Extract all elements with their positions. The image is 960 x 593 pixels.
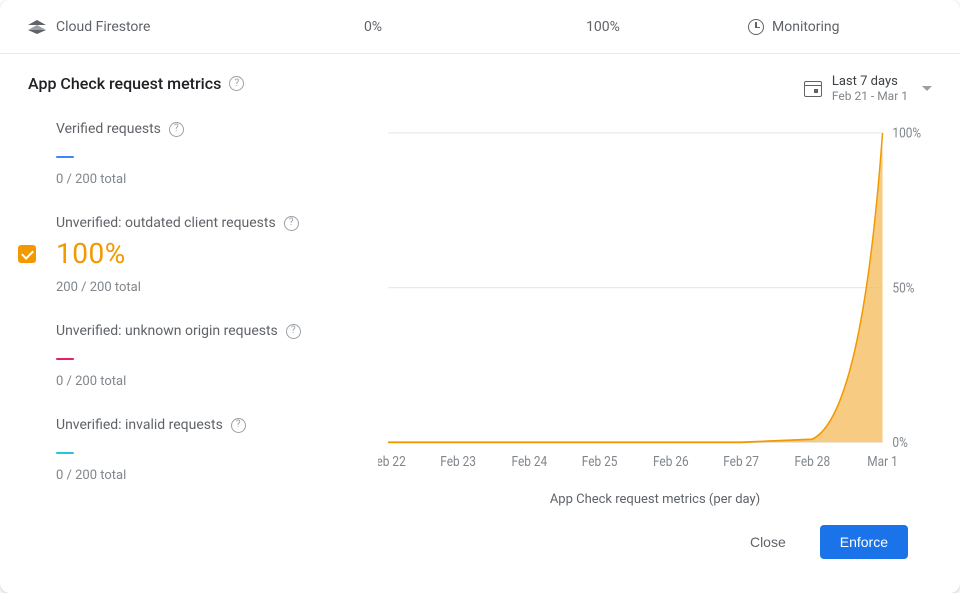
title-row: App Check request metrics ?	[28, 74, 244, 93]
verified-pct-cell: 0%	[258, 19, 488, 35]
metric-subtext: 200 / 200 total	[56, 280, 368, 295]
main-content: App Check request metrics ? Last 7 days …	[0, 54, 960, 593]
help-icon[interactable]: ?	[284, 216, 299, 231]
service-name: Cloud Firestore	[56, 19, 150, 35]
x-tick: Mar 1	[867, 454, 897, 470]
y-tick: 100%	[892, 126, 921, 142]
metric-verified[interactable]: Verified requests ? 0 / 200 total	[48, 121, 368, 187]
close-button[interactable]: Close	[730, 525, 806, 559]
checkbox-checked-icon[interactable]	[18, 245, 36, 263]
clock-icon	[748, 19, 764, 35]
date-range-text: Last 7 days Feb 21 - Mar 1	[832, 74, 908, 103]
y-tick: 0%	[892, 435, 908, 451]
metric-label: Unverified: outdated client requests	[56, 215, 276, 231]
service-cell: Cloud Firestore	[28, 19, 258, 35]
metric-outdated[interactable]: Unverified: outdated client requests ? 1…	[48, 215, 368, 295]
metric-subtext: 0 / 200 total	[56, 374, 368, 389]
firestore-icon	[28, 20, 46, 34]
metric-label: Verified requests	[56, 121, 161, 137]
content-row: Verified requests ? 0 / 200 total Unveri…	[28, 121, 932, 511]
help-icon[interactable]: ?	[231, 418, 246, 433]
x-tick: Feb 24	[512, 454, 548, 470]
chart-svg: 100% 50% 0% Feb 22 Feb 23 Feb 24 Feb 25 …	[378, 121, 932, 478]
enforcement-status-cell: Monitoring	[718, 19, 932, 35]
chart-caption: App Check request metrics (per day)	[378, 492, 932, 507]
metric-swatch	[56, 358, 74, 360]
metric-swatch	[56, 452, 74, 454]
metric-label: Unverified: unknown origin requests	[56, 323, 278, 339]
date-range-detail: Feb 21 - Mar 1	[832, 89, 908, 103]
metric-unknown[interactable]: Unverified: unknown origin requests ? 0 …	[48, 323, 368, 389]
enforce-button[interactable]: Enforce	[820, 525, 908, 559]
main-header: App Check request metrics ? Last 7 days …	[28, 74, 932, 103]
metric-swatch	[56, 156, 74, 158]
page-title: App Check request metrics	[28, 74, 221, 93]
metric-label: Unverified: invalid requests	[56, 417, 223, 433]
date-range-picker[interactable]: Last 7 days Feb 21 - Mar 1	[804, 74, 932, 103]
metric-value: 100%	[56, 237, 126, 270]
x-tick: Feb 26	[653, 454, 689, 470]
chart-area: 100% 50% 0% Feb 22 Feb 23 Feb 24 Feb 25 …	[378, 121, 932, 478]
help-icon[interactable]: ?	[169, 122, 184, 137]
service-row[interactable]: Cloud Firestore 0% 100% Monitoring	[0, 0, 960, 54]
metric-subtext: 0 / 200 total	[56, 468, 368, 483]
x-tick: Feb 25	[582, 454, 618, 470]
date-range-label: Last 7 days	[832, 74, 908, 89]
chevron-down-icon	[922, 86, 932, 91]
calendar-icon	[804, 81, 822, 97]
help-icon[interactable]: ?	[286, 324, 301, 339]
x-tick: Feb 23	[440, 454, 476, 470]
unverified-pct-cell: 100%	[488, 19, 718, 35]
x-tick: Feb 27	[723, 454, 759, 470]
x-tick: Feb 22	[378, 454, 406, 470]
help-icon[interactable]: ?	[229, 76, 244, 91]
y-tick: 50%	[892, 280, 914, 296]
chart-container: 100% 50% 0% Feb 22 Feb 23 Feb 24 Feb 25 …	[378, 121, 932, 511]
metric-invalid[interactable]: Unverified: invalid requests ? 0 / 200 t…	[48, 417, 368, 483]
metric-subtext: 0 / 200 total	[56, 172, 368, 187]
metrics-legend: Verified requests ? 0 / 200 total Unveri…	[28, 121, 368, 511]
app-check-panel: Cloud Firestore 0% 100% Monitoring App C…	[0, 0, 960, 593]
dialog-footer: Close Enforce	[28, 511, 932, 577]
x-tick: Feb 28	[794, 454, 830, 470]
enforcement-status-label: Monitoring	[772, 19, 840, 35]
